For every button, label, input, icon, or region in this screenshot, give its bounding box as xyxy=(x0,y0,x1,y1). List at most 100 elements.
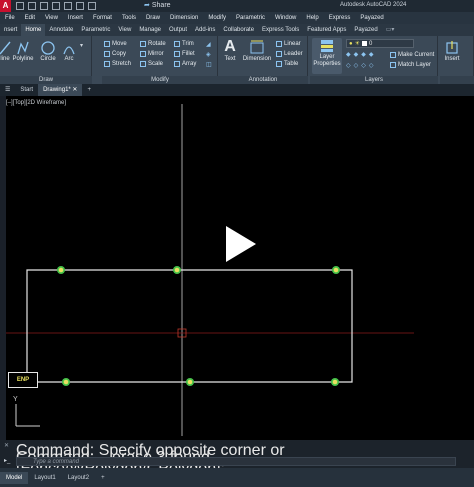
menu-express[interactable]: Express xyxy=(324,15,356,21)
layer-off-icon[interactable]: ◆ xyxy=(361,51,366,58)
tab-payazed[interactable]: Payazed xyxy=(350,24,381,36)
grip-top-3[interactable] xyxy=(332,266,340,274)
tab-layout2[interactable]: Layout2 xyxy=(62,472,95,484)
layer-properties-tool[interactable]: Layer Properties xyxy=(312,38,342,74)
table-tool[interactable]: Table xyxy=(276,59,303,69)
text-tool[interactable]: A Text xyxy=(220,38,240,62)
app-logo[interactable]: A xyxy=(0,0,11,12)
drawing-canvas[interactable] xyxy=(0,96,474,440)
share-button[interactable]: ➦ Share xyxy=(144,1,171,10)
erase-icon[interactable]: ◢ xyxy=(206,40,212,50)
leader-tool[interactable]: Leader xyxy=(276,49,303,59)
trim-tool[interactable]: Trim xyxy=(174,39,196,49)
menu-help[interactable]: Help xyxy=(301,15,323,21)
grip-bottom-2[interactable] xyxy=(186,378,194,386)
linear-dim-tool[interactable]: Linear xyxy=(276,39,303,49)
grip-top-1[interactable] xyxy=(57,266,65,274)
layer-lock-icon[interactable]: ◆ xyxy=(369,51,374,58)
draw-more-icon[interactable]: ▾ xyxy=(80,42,83,49)
save-icon[interactable] xyxy=(40,2,48,10)
new-tab-button[interactable]: + xyxy=(82,84,96,96)
grip-top-2[interactable] xyxy=(173,266,181,274)
layer-isolate-icon[interactable]: ◆ xyxy=(346,51,351,58)
polyline-tool[interactable]: Polyline xyxy=(12,40,34,62)
dimension-tool[interactable]: Dimension xyxy=(242,40,272,62)
menu-file[interactable]: File xyxy=(0,15,20,21)
copy-tool[interactable]: Copy xyxy=(104,49,131,59)
save-as-icon[interactable] xyxy=(52,2,60,10)
menu-insert[interactable]: Insert xyxy=(63,15,88,21)
modify-panel-label[interactable]: Modify xyxy=(102,76,218,84)
match-layer-button[interactable]: Match Layer xyxy=(390,60,434,70)
layers-panel-label[interactable]: Layers xyxy=(310,76,438,84)
file-tab-drawing1[interactable]: Drawing1* ✕ xyxy=(38,84,83,96)
layer-unisolate-icon[interactable]: ◇ xyxy=(346,62,351,69)
tab-featured-apps[interactable]: Featured Apps xyxy=(303,24,350,36)
command-prompt-icon[interactable]: ▸_ xyxy=(4,457,10,464)
array-tool[interactable]: Array xyxy=(174,59,196,69)
menu-payazed[interactable]: Payazed xyxy=(355,15,388,21)
menu-modify[interactable]: Modify xyxy=(203,15,231,21)
menu-format[interactable]: Format xyxy=(88,15,117,21)
tab-model[interactable]: Model xyxy=(0,471,29,484)
menu-view[interactable]: View xyxy=(40,15,63,21)
file-tab-start[interactable]: Start xyxy=(15,84,38,96)
tab-layout1[interactable]: Layout1 xyxy=(28,472,61,484)
tab-view[interactable]: View xyxy=(114,24,135,36)
redo-icon[interactable] xyxy=(88,2,96,10)
linear-icon xyxy=(276,41,282,47)
add-layout-button[interactable]: + xyxy=(95,472,111,484)
play-icon[interactable] xyxy=(226,226,256,262)
lightbulb-icon: ● xyxy=(349,40,353,47)
tab-parametric[interactable]: Parametric xyxy=(77,24,114,36)
arc-tool[interactable]: Arc xyxy=(62,40,76,62)
tab-output[interactable]: Output xyxy=(165,24,191,36)
ribbon-options-icon[interactable]: ▭▾ xyxy=(382,24,399,36)
layer-unlock-icon[interactable]: ◇ xyxy=(369,62,374,69)
layer-freeze-icon[interactable]: ◆ xyxy=(354,51,359,58)
tab-home[interactable]: Home xyxy=(21,24,46,36)
circle-tool[interactable]: Circle xyxy=(38,40,58,62)
menu-window[interactable]: Window xyxy=(270,15,301,21)
offset-icon[interactable]: ◫ xyxy=(206,60,212,70)
insert-tool[interactable]: Insert xyxy=(442,40,462,62)
move-tool[interactable]: Move xyxy=(104,39,131,49)
file-menu-icon[interactable]: ☰ xyxy=(0,84,15,96)
tab-collaborate[interactable]: Collaborate xyxy=(219,24,258,36)
grip-bottom-3[interactable] xyxy=(331,378,339,386)
make-current-button[interactable]: Make Current xyxy=(390,50,434,60)
close-tab-icon[interactable]: ✕ xyxy=(72,87,77,93)
print-icon[interactable] xyxy=(64,2,72,10)
menu-parametric[interactable]: Parametric xyxy=(231,15,270,21)
tab-add-ins[interactable]: Add-ins xyxy=(191,24,219,36)
mirror-tool[interactable]: Mirror xyxy=(140,49,166,59)
layer-dropdown[interactable]: ● ☀ 0 xyxy=(346,39,414,48)
tag-label[interactable]: ENP xyxy=(8,372,38,388)
command-input[interactable]: Type a command xyxy=(16,457,456,466)
layer-on-icon[interactable]: ◇ xyxy=(361,62,366,69)
stretch-tool[interactable]: Stretch xyxy=(104,59,131,69)
rectangle-outline[interactable] xyxy=(26,269,353,383)
rotate-tool[interactable]: Rotate xyxy=(140,39,166,49)
fillet-tool[interactable]: Fillet xyxy=(174,49,196,59)
dimension-icon xyxy=(250,40,264,54)
menu-edit[interactable]: Edit xyxy=(20,15,40,21)
grip-bottom-1[interactable] xyxy=(62,378,70,386)
undo-icon[interactable] xyxy=(76,2,84,10)
command-close-icon[interactable]: ✕ xyxy=(4,442,9,449)
tab-manage[interactable]: Manage xyxy=(135,24,165,36)
new-file-icon[interactable] xyxy=(16,2,24,10)
scale-tool[interactable]: Scale xyxy=(140,59,166,69)
menu-dimension[interactable]: Dimension xyxy=(165,15,203,21)
annotation-panel-label[interactable]: Annotation xyxy=(218,76,308,84)
modify-col2: Rotate Mirror Scale xyxy=(140,39,166,69)
layer-thaw-icon[interactable]: ◇ xyxy=(354,62,359,69)
open-file-icon[interactable] xyxy=(28,2,36,10)
explode-icon[interactable]: ◈ xyxy=(206,50,212,60)
tab-insert-cut[interactable]: nsert xyxy=(0,24,21,36)
draw-panel-label[interactable]: Draw xyxy=(0,76,92,84)
tab-annotate[interactable]: Annotate xyxy=(45,24,77,36)
tab-express-tools[interactable]: Express Tools xyxy=(258,24,303,36)
menu-draw[interactable]: Draw xyxy=(141,15,165,21)
menu-tools[interactable]: Tools xyxy=(117,15,141,21)
